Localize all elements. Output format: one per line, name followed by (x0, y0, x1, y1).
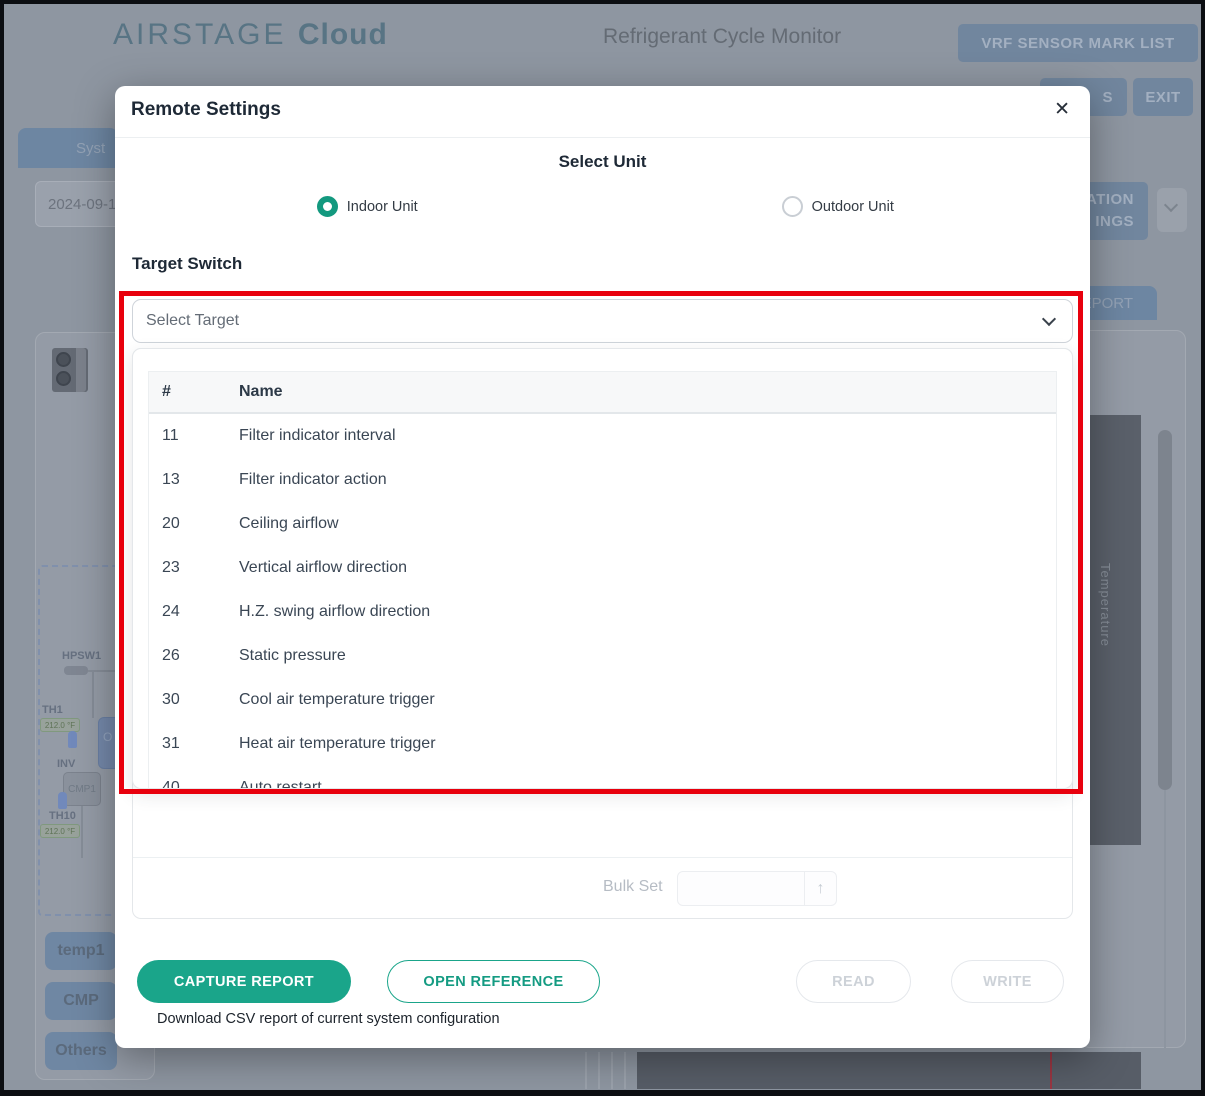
hpsw1-label: HPSW1 (62, 650, 101, 662)
chart-gridline (624, 1052, 626, 1089)
th1-value-badge: 212.0 °F (40, 718, 80, 732)
chart-cursor-line (1050, 1052, 1052, 1089)
scrollbar-thumb[interactable] (1158, 430, 1172, 790)
bottom-chart-panel (637, 1052, 1141, 1089)
vrf-sensor-mark-list-button[interactable]: VRF SENSOR MARK LIST (958, 24, 1198, 62)
target-switch-heading: Target Switch (132, 254, 242, 274)
dropdown-chevron-box[interactable] (1157, 188, 1187, 232)
scrollbar-track (1164, 790, 1166, 1048)
legend-button-temp1[interactable]: temp1 (45, 932, 117, 970)
write-button[interactable]: WRITE (951, 960, 1064, 1003)
close-icon[interactable]: ✕ (1054, 98, 1070, 121)
airstage-cloud-logo: AIRSTAGE Cloud (113, 18, 388, 52)
chart-gridline (598, 1052, 600, 1089)
capture-report-button[interactable]: CAPTURE REPORT (137, 960, 351, 1003)
radio-selected-icon[interactable] (317, 196, 338, 217)
unit-radio-option[interactable]: Outdoor Unit (603, 196, 1074, 217)
radio-label: Outdoor Unit (812, 199, 894, 215)
operation-settings-line2: INGS (1095, 211, 1134, 233)
hpsw1-switch-icon (64, 666, 88, 675)
bulk-set-apply-button[interactable]: ↑ (805, 871, 837, 906)
bulk-set-input[interactable] (677, 871, 805, 906)
th10-sensor-icon (58, 792, 67, 809)
legend-button-cmp[interactable]: CMP (45, 982, 117, 1020)
unit-radio-option[interactable]: Indoor Unit (132, 196, 603, 217)
annotation-highlight-rectangle (119, 291, 1083, 794)
select-unit-heading: Select Unit (115, 152, 1090, 172)
outdoor-unit-icon (52, 348, 88, 392)
chart-gridline (611, 1052, 613, 1089)
connector-line (92, 672, 94, 718)
open-reference-button[interactable]: OPEN REFERENCE (387, 960, 600, 1003)
read-button[interactable]: READ (796, 960, 911, 1003)
th1-sensor-icon (68, 731, 77, 748)
logo-cloud: Cloud (298, 18, 388, 51)
inv-label: INV (57, 758, 75, 770)
header-divider (115, 137, 1090, 138)
modal-title: Remote Settings (131, 99, 281, 121)
radio-unselected-icon[interactable] (782, 196, 803, 217)
unit-radio-group: Indoor Unit Outdoor Unit (132, 196, 1073, 217)
th10-label: TH10 (49, 810, 76, 822)
th1-label: TH1 (42, 704, 63, 716)
system-tab[interactable]: Syst (18, 128, 118, 168)
th10-value-badge: 212.0 °F (40, 824, 80, 838)
bulk-set-label: Bulk Set (603, 878, 663, 896)
csv-caption: Download CSV report of current system co… (157, 1011, 500, 1027)
operation-settings-line1: ATION (1086, 189, 1134, 211)
chart-gridline (585, 1052, 587, 1089)
radio-label: Indoor Unit (347, 199, 418, 215)
legend-button-others[interactable]: Others (45, 1032, 117, 1070)
exit-button[interactable]: EXIT (1133, 78, 1193, 116)
cmp1-box: CMP1 (63, 772, 101, 806)
connector-line (81, 806, 83, 858)
bulk-set-footer: Bulk Set ↑ (133, 857, 1072, 918)
screen: AIRSTAGE Cloud Refrigerant Cycle Monitor… (0, 0, 1205, 1096)
logo-airstage: AIRSTAGE (113, 18, 286, 51)
temperature-axis-label: Temperature (1098, 563, 1113, 647)
page-title: Refrigerant Cycle Monitor (603, 25, 841, 49)
